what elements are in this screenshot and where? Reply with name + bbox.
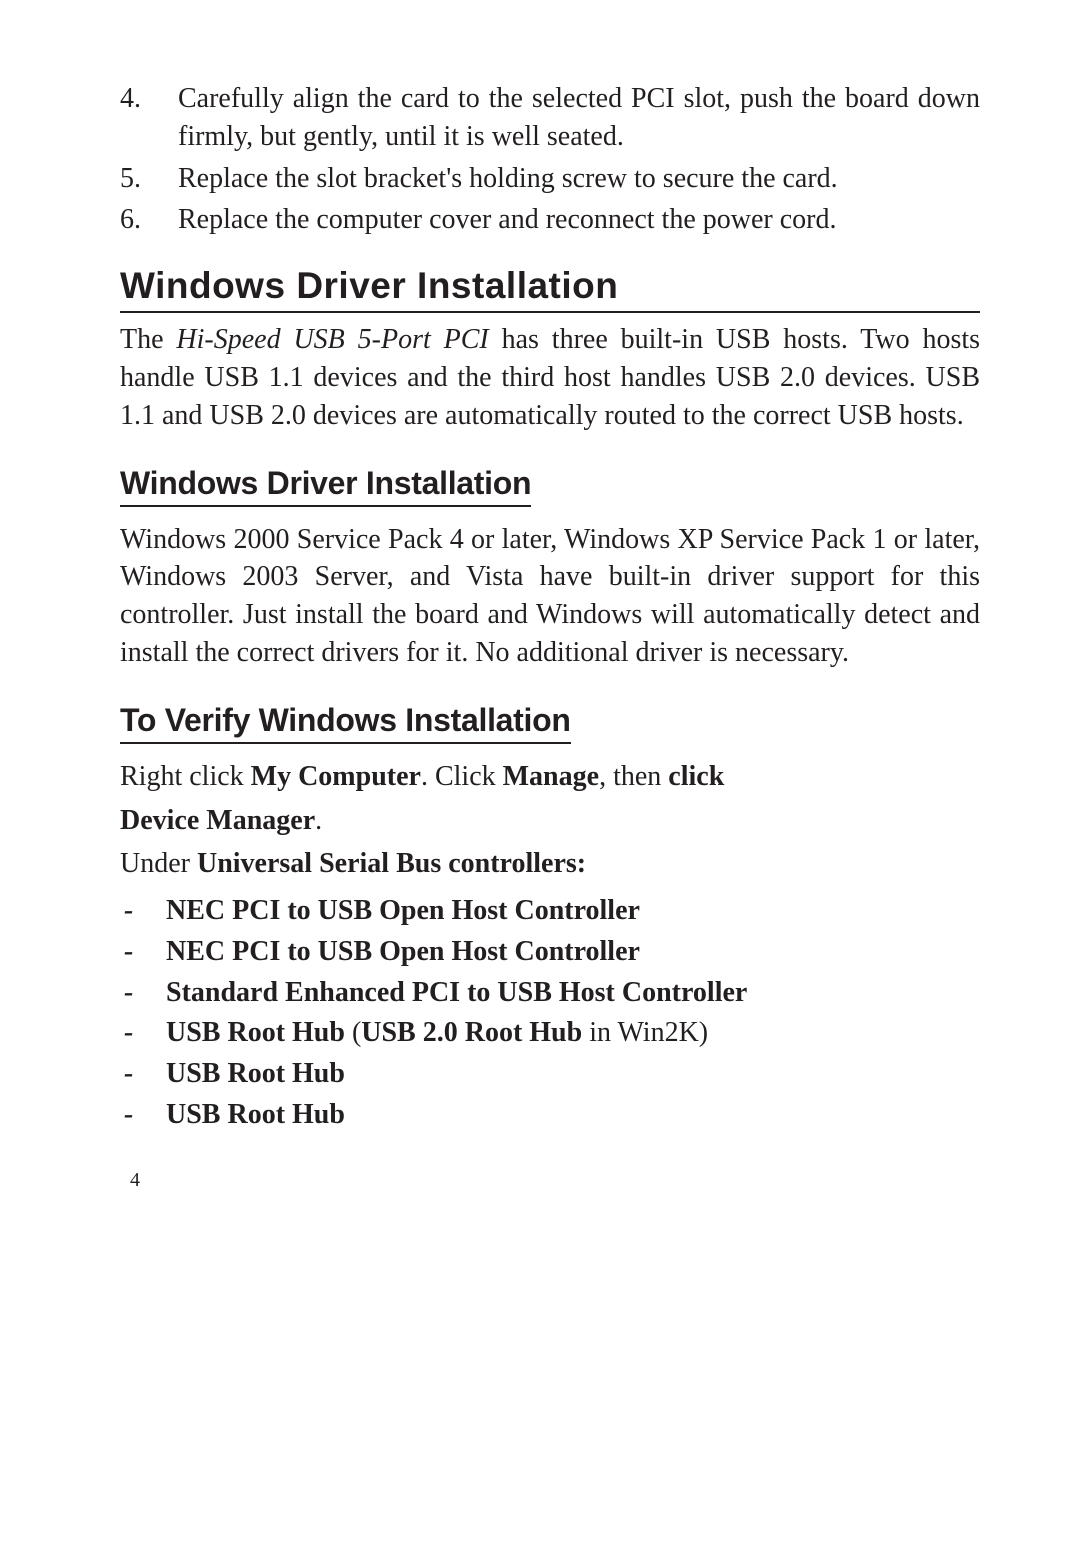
product-name: Hi-Speed USB 5-Port PCI: [176, 324, 488, 355]
text: (: [345, 1017, 361, 1048]
bullet-text: Standard Enhanced PCI to USB Host Contro…: [166, 973, 747, 1013]
bullet-text: NEC PCI to USB Open Host Controller: [166, 891, 640, 931]
paragraph: Under Universal Serial Bus controllers:: [120, 845, 980, 883]
bold-text: My Computer: [251, 761, 421, 792]
bullet-dash: -: [120, 932, 166, 972]
list-text: Replace the slot bracket's holding screw…: [178, 160, 980, 198]
bold-text: Standard Enhanced PCI to USB Host Contro…: [166, 977, 747, 1008]
bullet-item: - Standard Enhanced PCI to USB Host Cont…: [120, 973, 980, 1013]
bullet-dash: -: [120, 1013, 166, 1053]
bold-text: Device Manager: [120, 805, 315, 836]
bullet-text: USB Root Hub (USB 2.0 Root Hub in Win2K): [166, 1013, 708, 1053]
bold-text: USB Root Hub: [166, 1099, 345, 1130]
bullet-text: USB Root Hub: [166, 1095, 345, 1135]
list-item: 6. Replace the computer cover and reconn…: [120, 201, 980, 239]
page-number: 4: [130, 1169, 980, 1192]
paragraph: Windows 2000 Service Pack 4 or later, Wi…: [120, 521, 980, 672]
bullet-item: - NEC PCI to USB Open Host Controller: [120, 891, 980, 931]
list-number: 4.: [120, 80, 178, 156]
paragraph: The Hi-Speed USB 5-Port PCI has three bu…: [120, 321, 980, 434]
bullet-dash: -: [120, 1095, 166, 1135]
bold-text: Universal Serial Bus controllers:: [197, 848, 586, 879]
bullet-item: - USB Root Hub: [120, 1054, 980, 1094]
list-text: Carefully align the card to the selected…: [178, 80, 980, 156]
bullet-dash: -: [120, 973, 166, 1013]
bold-text: Manage: [503, 761, 599, 792]
bullet-dash: -: [120, 891, 166, 931]
text: in Win2K): [582, 1017, 708, 1048]
text: . Click: [421, 761, 503, 792]
text: .: [315, 805, 322, 836]
paragraph: Device Manager.: [120, 802, 980, 840]
text: Right click: [120, 761, 251, 792]
section-heading: Windows Driver Installation: [120, 265, 980, 313]
bold-text: USB Root Hub: [166, 1017, 345, 1048]
paragraph: Right click My Computer. Click Manage, t…: [120, 758, 980, 796]
bullet-dash: -: [120, 1054, 166, 1094]
bullet-text: NEC PCI to USB Open Host Controller: [166, 932, 640, 972]
sub-heading: To Verify Windows Installation: [120, 702, 571, 744]
list-item: 4. Carefully align the card to the selec…: [120, 80, 980, 156]
text: Under: [120, 848, 197, 879]
bullet-item: - NEC PCI to USB Open Host Controller: [120, 932, 980, 972]
document-page: 4. Carefully align the card to the selec…: [0, 0, 1080, 1232]
bold-text: USB Root Hub: [166, 1058, 345, 1089]
bullet-text: USB Root Hub: [166, 1054, 345, 1094]
bullet-item: - USB Root Hub: [120, 1095, 980, 1135]
list-number: 6.: [120, 201, 178, 239]
text: , then: [599, 761, 668, 792]
list-item: 5. Replace the slot bracket's holding sc…: [120, 160, 980, 198]
list-number: 5.: [120, 160, 178, 198]
bullet-item: - USB Root Hub (USB 2.0 Root Hub in Win2…: [120, 1013, 980, 1053]
bold-text: NEC PCI to USB Open Host Controller: [166, 895, 640, 926]
text: The: [120, 324, 176, 355]
list-text: Replace the computer cover and reconnect…: [178, 201, 980, 239]
bold-text: NEC PCI to USB Open Host Controller: [166, 936, 640, 967]
bold-text: click: [668, 761, 724, 792]
sub-heading: Windows Driver Installation: [120, 465, 531, 507]
bold-text: USB 2.0 Root Hub: [361, 1017, 582, 1048]
